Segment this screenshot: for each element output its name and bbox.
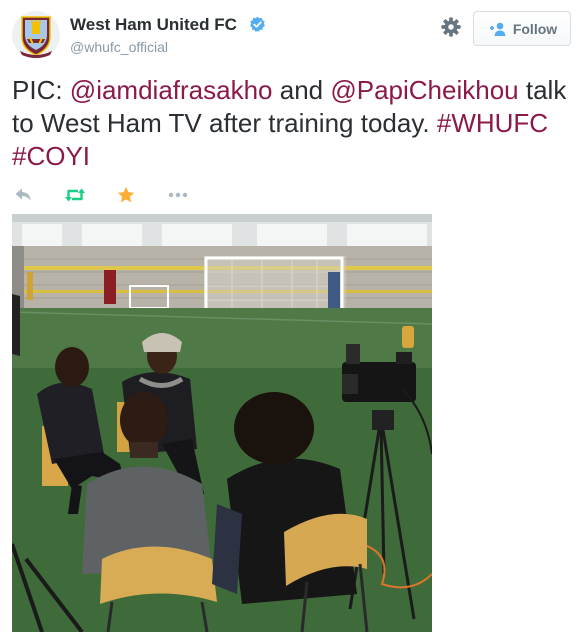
hashtag-link-2[interactable]: #COYI <box>12 141 90 171</box>
gear-icon[interactable] <box>440 16 462 38</box>
follow-label: Follow <box>512 20 558 37</box>
account-handle[interactable]: @whufc_official <box>70 39 168 55</box>
tweet-prefix: PIC: <box>12 75 70 105</box>
more-icon <box>168 192 188 198</box>
retweet-button[interactable] <box>64 186 86 204</box>
favorite-button[interactable] <box>117 186 135 204</box>
tweet-photo[interactable] <box>12 214 432 632</box>
account-name[interactable]: West Ham United FC <box>70 15 237 35</box>
tweet-actions <box>12 186 312 204</box>
tweet-connector: and <box>272 75 331 105</box>
verified-badge-icon <box>250 16 265 32</box>
favorite-star-icon <box>117 186 135 203</box>
hashtag-link-1[interactable]: #WHUFC <box>437 108 548 138</box>
tweet-text: PIC: @iamdiafrasakho and @PapiCheikhou t… <box>12 74 574 173</box>
follow-person-plus-icon <box>489 22 506 36</box>
follow-button[interactable]: Follow <box>473 11 571 46</box>
reply-icon <box>15 188 31 201</box>
mention-link-1[interactable]: @iamdiafrasakho <box>70 75 273 105</box>
more-button[interactable] <box>168 186 188 204</box>
west-ham-crest-avatar[interactable] <box>12 11 60 59</box>
tweet-header: West Ham United FC @whufc_official Follo… <box>0 0 582 66</box>
mention-link-2[interactable]: @PapiCheikhou <box>330 75 518 105</box>
retweet-icon <box>65 188 85 202</box>
reply-button[interactable] <box>14 186 32 204</box>
